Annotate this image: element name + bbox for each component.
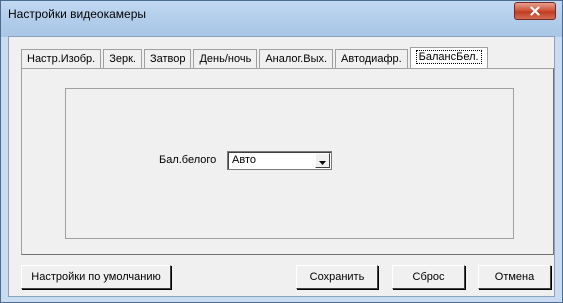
camera-settings-window: Настройки видеокамеры Настр.Изобр. Зерк.… [0, 0, 563, 303]
defaults-button[interactable]: Настройки по умолчанию [21, 265, 171, 289]
tab-label: Аналог.Вых. [265, 53, 328, 65]
white-balance-select[interactable]: Авто [227, 151, 332, 170]
tab-label: Зерк. [109, 53, 136, 65]
tab-shutter[interactable]: Затвор [143, 49, 192, 69]
close-icon [530, 6, 540, 16]
dropdown-button[interactable] [315, 153, 330, 168]
tab-label: День/ночь [199, 53, 252, 65]
dialog-client-area: Настр.Изобр. Зерк. Затвор День/ночь Анал… [8, 36, 555, 297]
close-button[interactable] [514, 2, 556, 20]
tab-white-balance[interactable]: БалансБел. [409, 47, 488, 69]
window-title: Настройки видеокамеры [8, 7, 147, 21]
tab-analog-output[interactable]: Аналог.Вых. [259, 49, 334, 69]
tab-image-settings[interactable]: Настр.Изобр. [21, 49, 102, 69]
white-balance-panel: Бал.белого Авто [21, 68, 554, 255]
white-balance-label: Бал.белого [159, 154, 217, 166]
tab-day-night[interactable]: День/ночь [193, 49, 258, 69]
reset-button[interactable]: Сброс [392, 265, 465, 289]
save-button[interactable]: Сохранить [296, 265, 378, 289]
tab-label: БалансБел. [415, 50, 482, 64]
tab-mirror[interactable]: Зерк. [103, 49, 142, 69]
tab-strip: Настр.Изобр. Зерк. Затвор День/ночь Анал… [21, 47, 490, 69]
white-balance-group: Бал.белого Авто [65, 88, 514, 239]
title-bar[interactable]: Настройки видеокамеры [1, 1, 562, 37]
cancel-button[interactable]: Отмена [478, 265, 551, 289]
tab-label: Настр.Изобр. [27, 53, 96, 65]
tab-label: Автодиафр. [341, 53, 402, 65]
tab-auto-iris[interactable]: Автодиафр. [335, 49, 408, 69]
white-balance-value: Авто [232, 154, 256, 166]
chevron-down-icon [319, 152, 326, 170]
tab-label: Затвор [149, 53, 186, 65]
